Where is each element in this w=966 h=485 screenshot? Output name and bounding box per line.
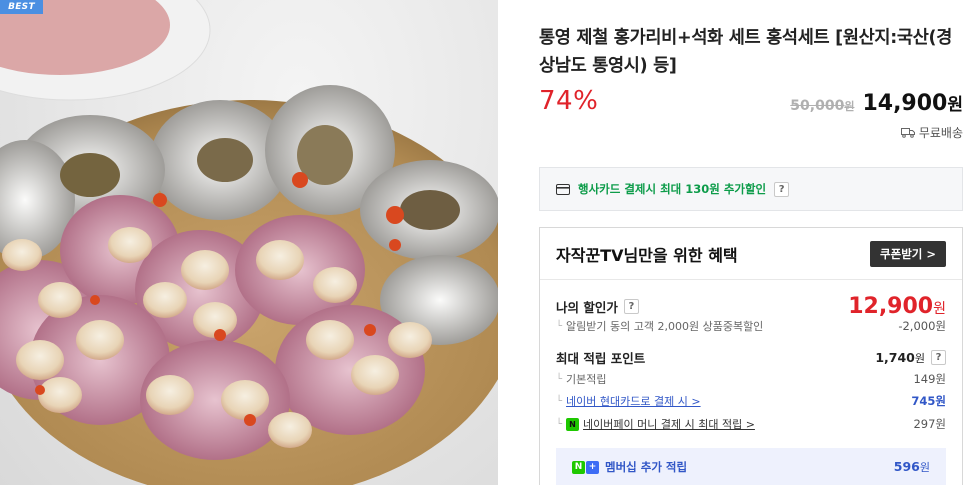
my-discount-price: 12,900원 <box>848 294 946 319</box>
shipping-label: 무료배송 <box>918 126 963 140</box>
membership-value: 596원 <box>894 459 930 475</box>
my-discount-label-group: 나의 할인가 ? <box>556 297 639 316</box>
points-basic-value: 149원 <box>913 372 946 386</box>
sale-price-value: 14,900 <box>862 91 948 116</box>
tree-branch-icon: └ <box>556 418 563 430</box>
naver-pay-icon: N <box>566 417 580 431</box>
membership-label-group: N + 멤버십 추가 적립 <box>572 459 687 475</box>
tree-branch-icon: └ <box>556 373 563 385</box>
max-points-currency: 원 <box>914 351 925 365</box>
card-promo-box: 행사카드 결제시 최대 130원 추가할인 ? <box>539 167 963 211</box>
hyundai-card-link[interactable]: 네이버 현대카드로 결제 시 > <box>566 393 701 409</box>
delivery-truck-icon <box>900 128 915 138</box>
product-info-panel: 통영 제철 홍가리비+석화 세트 홍석세트 [원산지:국산(경상남도 통영시) … <box>539 0 963 485</box>
sale-price: 14,900원 <box>862 90 963 116</box>
original-price-value: 50,000 <box>790 98 845 114</box>
credit-card-icon <box>556 183 570 195</box>
card-promo-label: 행사카드 결제시 최대 130원 추가할인 <box>578 182 767 196</box>
sale-price-currency: 원 <box>947 95 963 115</box>
seafood-illustration <box>0 0 498 485</box>
my-discount-note-value: -2,000원 <box>898 319 946 333</box>
membership-label: 멤버십 추가 적립 <box>605 460 688 474</box>
best-badge: BEST <box>0 0 43 14</box>
naver-n-icon: N <box>572 460 585 474</box>
max-points-help-button[interactable]: ? <box>931 350 946 365</box>
get-coupon-button[interactable]: 쿠폰받기 > <box>870 240 946 267</box>
benefit-header: 자작꾼TV님만을 위한 혜택 쿠폰받기 > <box>540 228 962 280</box>
points-row-label-group: └ 네이버 현대카드로 결제 시 > <box>556 393 701 409</box>
my-discount-note-text: 알림받기 동의 고객 2,000원 상품중복할인 <box>566 320 764 333</box>
points-row-basic: └ 기본적립 149원 <box>556 371 946 387</box>
points-row-label-group: └ N 네이버페이 머니 결제 시 최대 적립 > <box>556 416 755 432</box>
tree-branch-icon: └ <box>556 395 563 407</box>
points-hyundai-card-value: 745원 <box>911 394 946 408</box>
membership-value-number: 596 <box>893 459 920 474</box>
points-basic-label: 기본적립 <box>566 373 607 386</box>
max-points-row: 최대 적립 포인트 1,740원 ? <box>556 348 946 367</box>
my-discount-row: 나의 할인가 ? 12,900원 <box>556 294 946 319</box>
original-price: 50,000원 <box>790 98 854 114</box>
card-promo-help-button[interactable]: ? <box>774 181 790 197</box>
my-discount-price-currency: 원 <box>933 301 946 317</box>
max-points-total: 1,740원 <box>875 350 925 366</box>
points-npay-money-value: 297원 <box>913 417 946 431</box>
my-discount-price-value: 12,900 <box>848 294 934 319</box>
benefit-title: 자작꾼TV님만을 위한 혜택 <box>556 245 738 265</box>
discount-rate: 74% <box>539 86 599 116</box>
membership-extra-points[interactable]: N + 멤버십 추가 적립 596원 <box>556 448 946 485</box>
membership-value-currency: 원 <box>919 461 930 474</box>
my-discount-note: └ 알림받기 동의 고객 2,000원 상품중복할인 <box>556 318 763 334</box>
max-points-total-value: 1,740 <box>875 349 915 365</box>
product-image[interactable]: BEST <box>0 0 498 485</box>
shipping-info: 무료배송 <box>900 124 963 141</box>
price-row: 50,000원 14,900원 <box>790 90 963 116</box>
my-discount-label: 나의 할인가 <box>556 300 618 315</box>
naver-plus-membership-icon: N + <box>572 460 599 474</box>
max-points-total-group: 1,740원 ? <box>875 350 946 366</box>
points-row-npay-money: └ N 네이버페이 머니 결제 시 최대 적립 > 297원 <box>556 416 946 432</box>
my-discount-note-row: └ 알림받기 동의 고객 2,000원 상품중복할인 -2,000원 <box>556 318 946 334</box>
npay-money-link[interactable]: 네이버페이 머니 결제 시 최대 적립 > <box>583 416 755 432</box>
points-row-hyundai-card: └ 네이버 현대카드로 결제 시 > 745원 <box>556 393 946 409</box>
my-discount-help-button[interactable]: ? <box>623 299 639 314</box>
product-title: 통영 제철 홍가리비+석화 세트 홍석세트 [원산지:국산(경상남도 통영시) … <box>539 28 953 76</box>
points-row-label-group: └ 기본적립 <box>556 371 607 387</box>
member-benefit-panel: 자작꾼TV님만을 위한 혜택 쿠폰받기 > 나의 할인가 ? 12,900원 └… <box>539 227 963 485</box>
original-price-currency: 원 <box>844 100 855 113</box>
tree-branch-icon: └ <box>556 320 563 332</box>
max-points-label: 최대 적립 포인트 <box>556 351 646 366</box>
plus-icon: + <box>586 460 599 474</box>
